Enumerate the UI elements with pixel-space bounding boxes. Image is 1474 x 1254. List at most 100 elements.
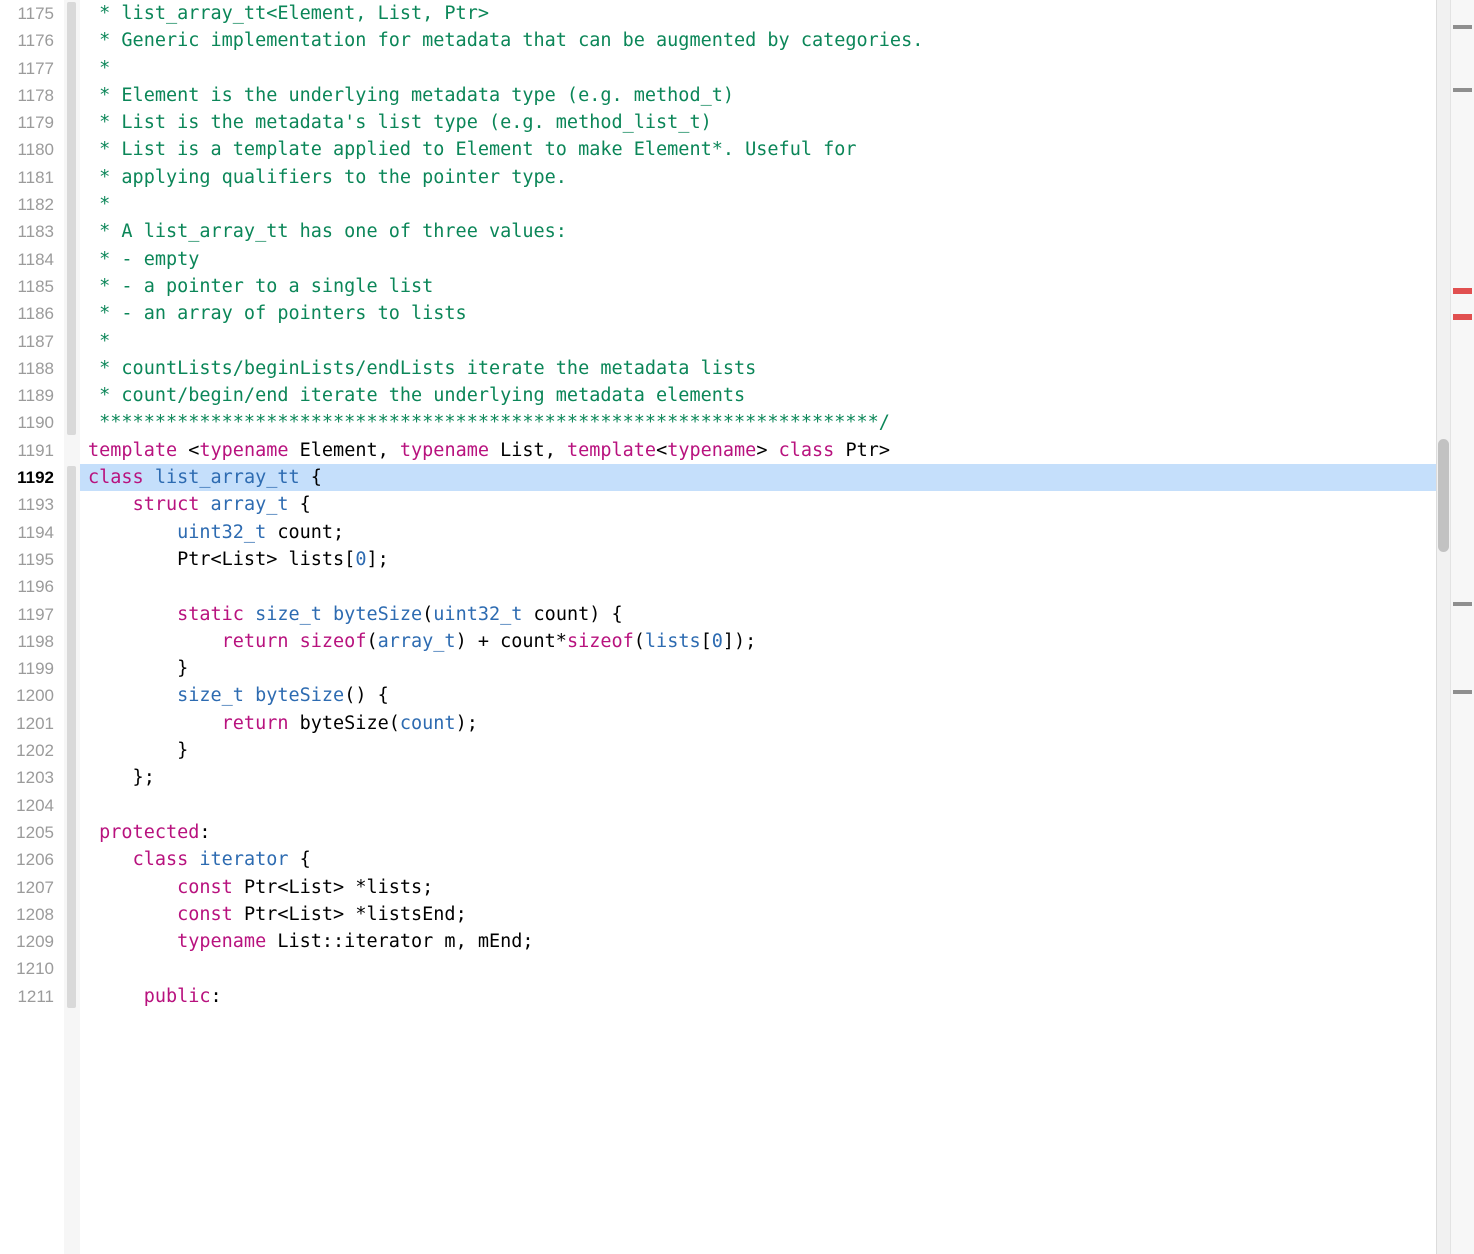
overview-mark[interactable] — [1453, 25, 1472, 29]
code-token: { — [300, 467, 322, 488]
code-line[interactable]: template <typename Element, typename Lis… — [80, 437, 1436, 464]
code-line[interactable]: * — [80, 191, 1436, 218]
line-number[interactable]: 1180 — [0, 136, 54, 163]
line-number[interactable]: 1205 — [0, 819, 54, 846]
code-line[interactable]: * — [80, 328, 1436, 355]
code-line[interactable]: * countLists/beginLists/endLists iterate… — [80, 355, 1436, 382]
code-line[interactable]: uint32_t count; — [80, 519, 1436, 546]
code-line[interactable]: * - a pointer to a single list — [80, 273, 1436, 300]
line-number[interactable]: 1210 — [0, 955, 54, 982]
line-number[interactable]: 1209 — [0, 928, 54, 955]
code-line[interactable]: static size_t byteSize(uint32_t count) { — [80, 601, 1436, 628]
line-number[interactable]: 1189 — [0, 382, 54, 409]
code-line[interactable]: * A list_array_tt has one of three value… — [80, 218, 1436, 245]
code-line[interactable]: return sizeof(array_t) + count*sizeof(li… — [80, 628, 1436, 655]
code-line[interactable]: * Generic implementation for metadata th… — [80, 27, 1436, 54]
line-number[interactable]: 1192 — [0, 464, 54, 491]
line-number[interactable]: 1182 — [0, 191, 54, 218]
code-line[interactable]: class iterator { — [80, 846, 1436, 873]
fold-column[interactable] — [64, 0, 80, 1254]
line-number[interactable]: 1177 — [0, 55, 54, 82]
code-line[interactable]: * — [80, 55, 1436, 82]
code-line[interactable]: }; — [80, 764, 1436, 791]
line-number[interactable]: 1202 — [0, 737, 54, 764]
line-number[interactable]: 1191 — [0, 437, 54, 464]
line-number[interactable]: 1190 — [0, 409, 54, 436]
line-number[interactable]: 1185 — [0, 273, 54, 300]
line-number-gutter[interactable]: 1175117611771178117911801181118211831184… — [0, 0, 64, 1254]
line-number[interactable]: 1179 — [0, 109, 54, 136]
code-token: byteSize — [333, 604, 422, 625]
line-number[interactable]: 1188 — [0, 355, 54, 382]
code-line[interactable]: public: — [80, 983, 1436, 1010]
code-token: : — [199, 822, 210, 843]
code-line[interactable]: * - empty — [80, 246, 1436, 273]
code-line[interactable] — [80, 792, 1436, 819]
code-line[interactable]: return byteSize(count); — [80, 710, 1436, 737]
overview-mark[interactable] — [1453, 602, 1472, 606]
code-token: List, — [489, 440, 567, 461]
code-token: class — [779, 440, 835, 461]
code-line[interactable]: const Ptr<List> *listsEnd; — [80, 901, 1436, 928]
overview-error-mark[interactable] — [1453, 288, 1472, 294]
code-line[interactable]: } — [80, 655, 1436, 682]
code-line[interactable]: * Element is the underlying metadata typ… — [80, 82, 1436, 109]
line-number[interactable]: 1203 — [0, 764, 54, 791]
code-line[interactable]: struct array_t { — [80, 491, 1436, 518]
code-area[interactable]: * list_array_tt<Element, List, Ptr> * Ge… — [80, 0, 1436, 1254]
line-number[interactable]: 1186 — [0, 300, 54, 327]
overview-mark[interactable] — [1453, 690, 1472, 694]
scrollbar-thumb[interactable] — [1438, 439, 1449, 552]
vertical-scrollbar[interactable] — [1436, 0, 1450, 1254]
line-number[interactable]: 1211 — [0, 983, 54, 1010]
code-token: * List is the metadata's list type (e.g.… — [88, 112, 712, 133]
line-number[interactable]: 1178 — [0, 82, 54, 109]
code-token: typename — [400, 440, 489, 461]
line-number[interactable]: 1206 — [0, 846, 54, 873]
line-number[interactable]: 1200 — [0, 682, 54, 709]
line-number[interactable]: 1187 — [0, 328, 54, 355]
code-line[interactable]: * List is the metadata's list type (e.g.… — [80, 109, 1436, 136]
line-number[interactable]: 1199 — [0, 655, 54, 682]
code-overview-strip[interactable] — [1450, 0, 1474, 1254]
line-number[interactable]: 1193 — [0, 491, 54, 518]
code-editor[interactable]: 1175117611771178117911801181118211831184… — [0, 0, 1474, 1254]
code-line[interactable]: } — [80, 737, 1436, 764]
line-number[interactable]: 1197 — [0, 601, 54, 628]
line-number[interactable]: 1184 — [0, 246, 54, 273]
code-token: byteSize — [255, 685, 344, 706]
code-line[interactable]: * applying qualifiers to the pointer typ… — [80, 164, 1436, 191]
line-number[interactable]: 1175 — [0, 0, 54, 27]
line-number[interactable]: 1183 — [0, 218, 54, 245]
code-line[interactable]: const Ptr<List> *lists; — [80, 874, 1436, 901]
code-token — [322, 604, 333, 625]
code-line[interactable]: typename List::iterator m, mEnd; — [80, 928, 1436, 955]
code-line[interactable]: size_t byteSize() { — [80, 682, 1436, 709]
line-number[interactable]: 1204 — [0, 792, 54, 819]
line-number[interactable]: 1176 — [0, 27, 54, 54]
code-line[interactable] — [80, 955, 1436, 982]
code-line[interactable]: * List is a template applied to Element … — [80, 136, 1436, 163]
code-token: template — [88, 440, 177, 461]
code-line[interactable]: Ptr<List> lists[0]; — [80, 546, 1436, 573]
code-line[interactable]: * - an array of pointers to lists — [80, 300, 1436, 327]
line-number[interactable]: 1195 — [0, 546, 54, 573]
code-line[interactable] — [80, 573, 1436, 600]
code-line[interactable]: * count/begin/end iterate the underlying… — [80, 382, 1436, 409]
line-number[interactable]: 1194 — [0, 519, 54, 546]
line-number[interactable]: 1181 — [0, 164, 54, 191]
fold-region-bar[interactable] — [67, 2, 76, 435]
code-line[interactable]: class list_array_tt { — [80, 464, 1436, 491]
line-number[interactable]: 1207 — [0, 874, 54, 901]
code-line[interactable]: * list_array_tt<Element, List, Ptr> — [80, 0, 1436, 27]
code-line[interactable]: ****************************************… — [80, 409, 1436, 436]
line-number[interactable]: 1201 — [0, 710, 54, 737]
line-number[interactable]: 1208 — [0, 901, 54, 928]
code-token: * — [88, 194, 110, 215]
line-number[interactable]: 1196 — [0, 573, 54, 600]
overview-error-mark[interactable] — [1453, 314, 1472, 320]
line-number[interactable]: 1198 — [0, 628, 54, 655]
overview-mark[interactable] — [1453, 88, 1472, 92]
fold-region-bar[interactable] — [67, 603, 76, 790]
code-line[interactable]: protected: — [80, 819, 1436, 846]
